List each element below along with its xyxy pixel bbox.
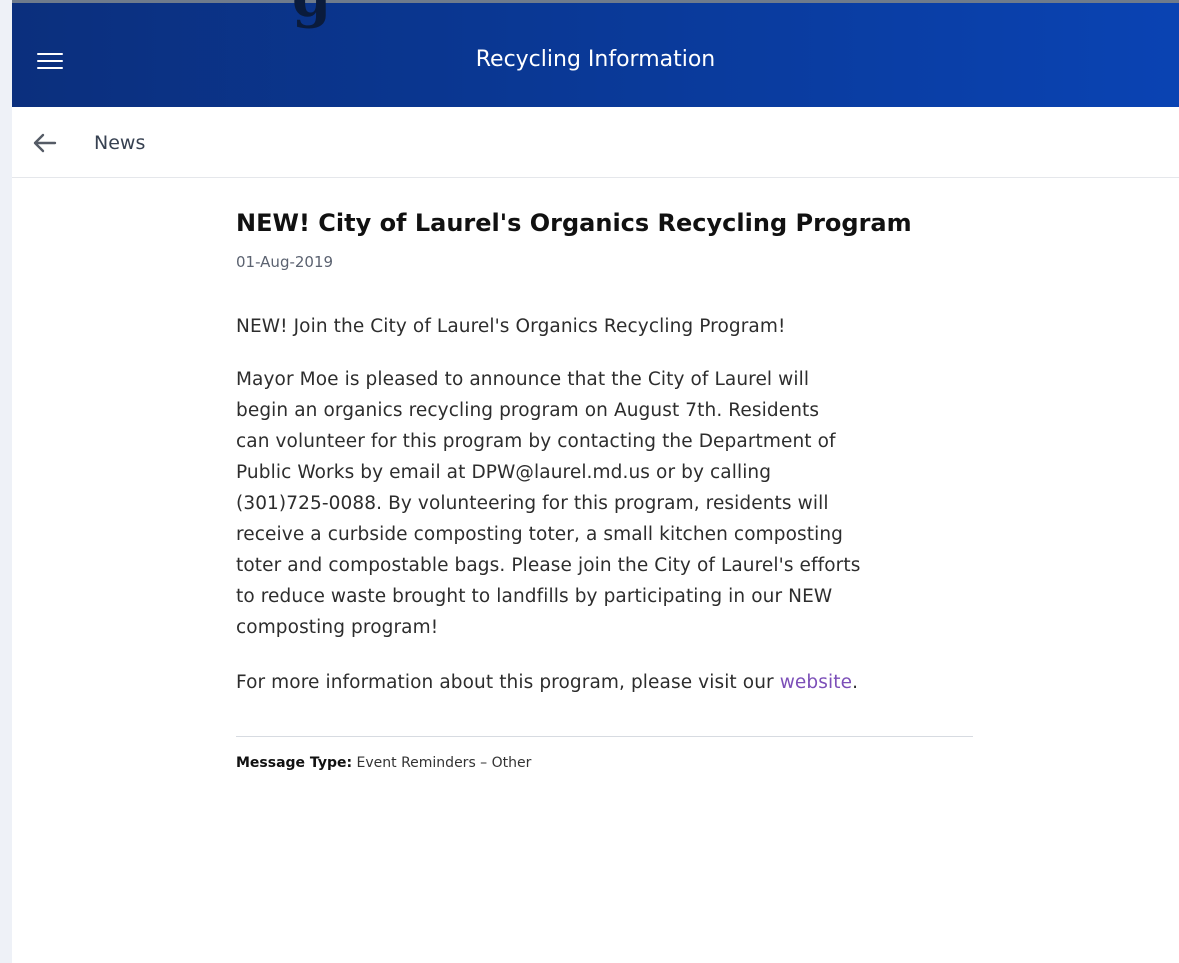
article-title: NEW! City of Laurel's Organics Recycling…: [236, 209, 912, 237]
body-line: (301)725-0088. By volunteering for this …: [236, 493, 829, 515]
body-line: to reduce waste brought to landfills by …: [236, 586, 833, 608]
header-title-fragment: g: [292, 0, 331, 25]
body-line: Mayor Moe is pleased to announce that th…: [236, 369, 810, 391]
divider: [236, 736, 973, 738]
body-line: Public Works by email at DPW@laurel.md.u…: [236, 462, 772, 484]
body-line: composting program!: [236, 617, 439, 639]
website-link[interactable]: website: [780, 672, 852, 693]
arrow-left-icon: [33, 133, 57, 153]
body-line: receive a curbside composting toter, a s…: [236, 524, 843, 546]
article-date: 01-Aug-2019: [236, 253, 334, 272]
article-intro: NEW! Join the City of Laurel's Organics …: [236, 316, 786, 338]
more-info-suffix: .: [852, 672, 859, 694]
message-type: Message Type: Event Reminders – Other: [236, 755, 976, 771]
message-type-label: Message Type:: [236, 755, 353, 772]
page-title: Recycling Information: [475, 47, 716, 72]
body-line: toter and compostable bags. Please join …: [236, 555, 861, 577]
left-edge-strip: [0, 0, 12, 963]
app-header: g Recycling Information: [12, 0, 1179, 107]
back-button[interactable]: [28, 127, 60, 159]
more-info-text: For more information about this program,…: [236, 672, 780, 694]
breadcrumb-bar: News: [12, 107, 1179, 178]
more-info-paragraph: For more information about this program,…: [236, 667, 976, 698]
body-line: begin an organics recycling program on A…: [236, 400, 820, 422]
body-line: can volunteer for this program by contac…: [236, 431, 836, 453]
message-type-value: Event Reminders – Other: [356, 755, 532, 772]
breadcrumb-news[interactable]: News: [94, 132, 145, 154]
article-body: Mayor Moe is pleased to announce that th…: [236, 364, 976, 643]
news-article: NEW! City of Laurel's Organics Recycling…: [236, 208, 976, 771]
